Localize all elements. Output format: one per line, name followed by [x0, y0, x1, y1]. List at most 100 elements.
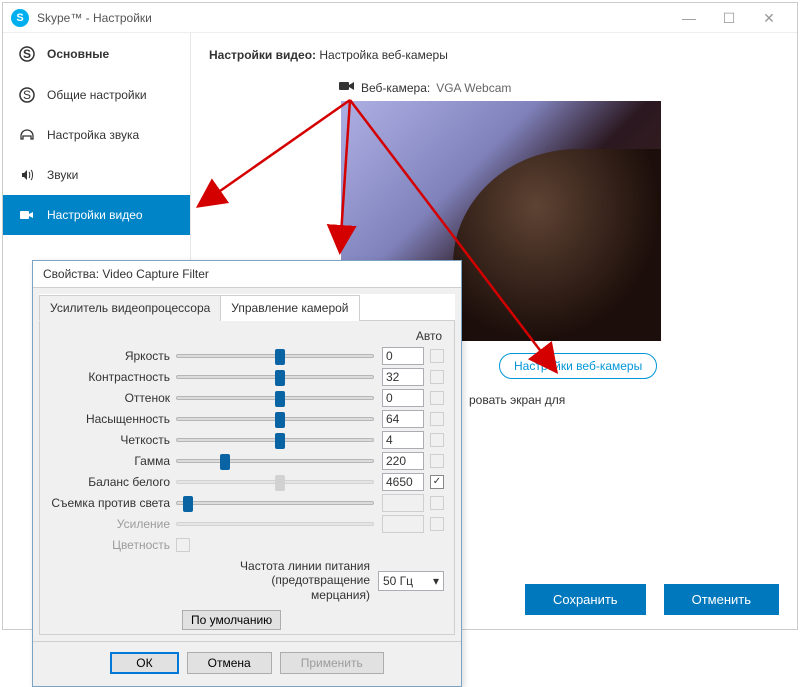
slider-label: Четкость [46, 433, 176, 447]
slider-label: Насыщенность [46, 412, 176, 426]
frequency-value: 50 Гц [383, 574, 413, 588]
slider-label: Съемка против света [46, 496, 176, 510]
skype-icon: S [19, 87, 35, 103]
dialog-tabs: Усилитель видеопроцессора Управление кам… [39, 294, 455, 321]
auto-checkbox [430, 517, 444, 531]
auto-header: Авто [46, 329, 444, 343]
sidebar-item-general[interactable]: S Общие настройки [3, 75, 190, 115]
slider-value[interactable]: 32 [382, 368, 424, 386]
save-button[interactable]: Сохранить [525, 584, 646, 615]
camera-icon [339, 80, 355, 95]
bottom-buttons: Сохранить Отменить [525, 584, 779, 615]
slider-thumb[interactable] [275, 433, 285, 449]
slider-thumb[interactable] [183, 496, 193, 512]
sidebar-header-label: Основные [47, 47, 109, 61]
slider-row: Съемка против света [46, 492, 444, 513]
slider-row: Насыщенность 64 [46, 408, 444, 429]
slider-track[interactable] [176, 459, 374, 463]
slider-row: Цветность [46, 534, 444, 555]
auto-checkbox [430, 496, 444, 510]
window-title: Skype™ - Настройки [37, 11, 669, 25]
ok-button[interactable]: ОК [110, 652, 178, 674]
skype-icon: S [19, 46, 35, 62]
slider-thumb[interactable] [275, 475, 285, 491]
slider-label: Контрастность [46, 370, 176, 384]
sidebar-item-video[interactable]: Настройки видео [3, 195, 190, 235]
auto-checkbox [430, 454, 444, 468]
slider-value[interactable]: 4 [382, 431, 424, 449]
slider-track[interactable] [176, 354, 374, 358]
sidebar-header[interactable]: S Основные [3, 33, 190, 75]
slider-thumb[interactable] [275, 349, 285, 365]
slider-value [382, 515, 424, 533]
tab-video-amp[interactable]: Усилитель видеопроцессора [39, 295, 221, 321]
slider-value[interactable]: 0 [382, 347, 424, 365]
slider-label: Цветность [46, 538, 176, 552]
default-button[interactable]: По умолчанию [182, 610, 281, 630]
slider-thumb[interactable] [275, 391, 285, 407]
slider-thumb[interactable] [220, 454, 230, 470]
slider-label: Оттенок [46, 391, 176, 405]
share-screen-text: ровать экран для [469, 393, 779, 407]
slider-track[interactable] [176, 396, 374, 400]
dialog-buttons: ОК Отмена Применить [33, 641, 461, 686]
titlebar: S Skype™ - Настройки — ☐ ✕ [3, 3, 797, 33]
slider-track[interactable] [176, 501, 374, 505]
slider-track[interactable] [176, 417, 374, 421]
frequency-select[interactable]: 50 Гц ▾ [378, 571, 444, 591]
webcam-label: Веб-камера: [361, 81, 430, 95]
slider-value [382, 494, 424, 512]
sliders-panel: Авто Яркость0Контрастность32Оттенок0Насы… [39, 321, 455, 635]
sidebar-item-label: Звуки [47, 168, 78, 182]
slider-row: Оттенок 0 [46, 387, 444, 408]
slider-value[interactable]: 0 [382, 389, 424, 407]
slider-row: Четкость 4 [46, 429, 444, 450]
slider-track[interactable] [176, 438, 374, 442]
auto-checkbox [430, 349, 444, 363]
skype-logo-icon: S [11, 9, 29, 27]
panel-title-bold: Настройки видео: [209, 48, 316, 62]
panel-title-rest: Настройка веб-камеры [316, 48, 448, 62]
slider-track [176, 480, 374, 484]
svg-text:S: S [23, 88, 31, 102]
properties-dialog: Свойства: Video Capture Filter Усилитель… [32, 260, 462, 687]
slider-label: Баланс белого [46, 475, 176, 489]
frequency-label: Частота линии питания (предотвращение ме… [210, 559, 370, 602]
frequency-row: Частота линии питания (предотвращение ме… [46, 555, 444, 610]
slider-value[interactable]: 220 [382, 452, 424, 470]
webcam-label-row: Веб-камера: VGA Webcam [339, 80, 779, 95]
sidebar-item-label: Настройки видео [47, 208, 143, 222]
color-checkbox [176, 538, 190, 552]
slider-row: Гамма 220 [46, 450, 444, 471]
panel-title: Настройки видео: Настройка веб-камеры [209, 47, 779, 62]
slider-track [176, 522, 374, 526]
slider-value[interactable]: 4650 [382, 473, 424, 491]
slider-label: Яркость [46, 349, 176, 363]
slider-label: Усиление [46, 517, 176, 531]
slider-label: Гамма [46, 454, 176, 468]
dialog-cancel-button[interactable]: Отмена [187, 652, 272, 674]
slider-thumb[interactable] [275, 370, 285, 386]
slider-row: Яркость 0 [46, 345, 444, 366]
slider-thumb[interactable] [275, 412, 285, 428]
video-icon [19, 207, 35, 223]
sidebar-item-audio[interactable]: Настройка звука [3, 115, 190, 155]
webcam-name: VGA Webcam [436, 81, 511, 95]
slider-row: Баланс белого 4650 ✓ [46, 471, 444, 492]
minimize-button[interactable]: — [669, 3, 709, 33]
maximize-button[interactable]: ☐ [709, 3, 749, 33]
slider-track[interactable] [176, 375, 374, 379]
auto-checkbox [430, 391, 444, 405]
webcam-settings-button[interactable]: Настройки веб-камеры [499, 353, 657, 379]
auto-checkbox [430, 433, 444, 447]
auto-checkbox[interactable]: ✓ [430, 475, 444, 489]
apply-button[interactable]: Применить [280, 652, 384, 674]
sidebar-item-sounds[interactable]: Звуки [3, 155, 190, 195]
close-button[interactable]: ✕ [749, 3, 789, 33]
slider-value[interactable]: 64 [382, 410, 424, 428]
svg-text:S: S [23, 47, 31, 61]
tab-camera-control[interactable]: Управление камерой [220, 295, 359, 321]
cancel-button[interactable]: Отменить [664, 584, 779, 615]
slider-row: Усиление [46, 513, 444, 534]
sidebar-item-label: Настройка звука [47, 128, 139, 142]
